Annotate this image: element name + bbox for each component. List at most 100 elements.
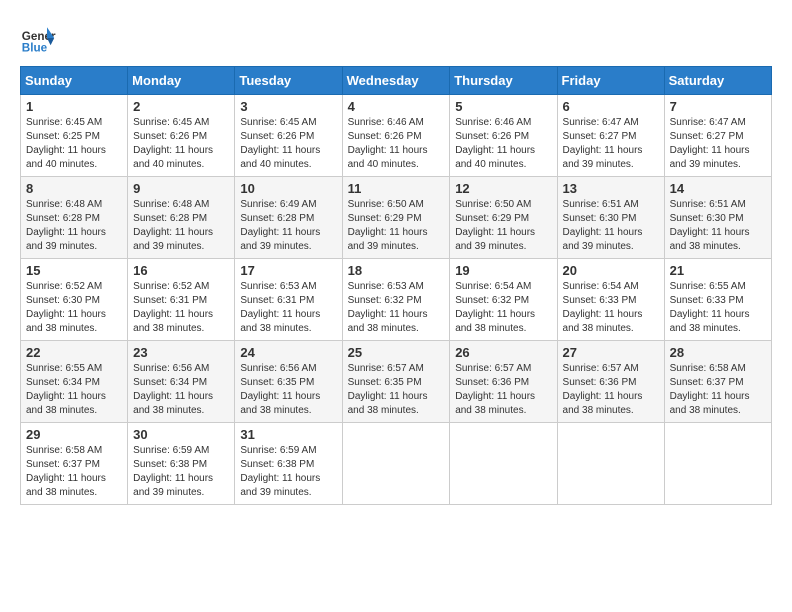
calendar-cell: 12 Sunrise: 6:50 AM Sunset: 6:29 PM Dayli… <box>450 177 557 259</box>
day-number: 3 <box>240 99 336 114</box>
calendar-header-sunday: Sunday <box>21 67 128 95</box>
calendar-cell: 10 Sunrise: 6:49 AM Sunset: 6:28 PM Dayli… <box>235 177 342 259</box>
day-number: 2 <box>133 99 229 114</box>
svg-text:Blue: Blue <box>22 42 48 55</box>
day-info: Sunrise: 6:52 AM Sunset: 6:31 PM Dayligh… <box>133 280 229 336</box>
calendar-header-friday: Friday <box>557 67 664 95</box>
day-info: Sunrise: 6:53 AM Sunset: 6:31 PM Dayligh… <box>240 280 336 336</box>
calendar-cell: 3 Sunrise: 6:45 AM Sunset: 6:26 PM Daylig… <box>235 95 342 177</box>
day-info: Sunrise: 6:46 AM Sunset: 6:26 PM Dayligh… <box>455 116 551 172</box>
day-info: Sunrise: 6:56 AM Sunset: 6:35 PM Dayligh… <box>240 362 336 418</box>
calendar-cell <box>342 423 450 505</box>
day-number: 9 <box>133 181 229 196</box>
calendar-cell: 21 Sunrise: 6:55 AM Sunset: 6:33 PM Dayli… <box>664 259 771 341</box>
day-number: 24 <box>240 345 336 360</box>
day-number: 27 <box>563 345 659 360</box>
calendar-cell: 6Sunrise: 6:47 AM Sunset: 6:27 PM Daylig… <box>557 95 664 177</box>
calendar-cell: 28Sunrise: 6:58 AM Sunset: 6:37 PM Dayli… <box>664 341 771 423</box>
day-info: Sunrise: 6:52 AM Sunset: 6:30 PM Dayligh… <box>26 280 122 336</box>
calendar-cell: 29 Sunrise: 6:58 AM Sunset: 6:37 PM Dayli… <box>21 423 128 505</box>
page-header: General Blue <box>20 20 772 56</box>
calendar-week-row: 8 Sunrise: 6:48 AM Sunset: 6:28 PM Daylig… <box>21 177 772 259</box>
calendar-cell: 5 Sunrise: 6:46 AM Sunset: 6:26 PM Daylig… <box>450 95 557 177</box>
day-number: 15 <box>26 263 122 278</box>
calendar-week-row: 1 Sunrise: 6:45 AM Sunset: 6:25 PM Daylig… <box>21 95 772 177</box>
calendar-cell: 23 Sunrise: 6:56 AM Sunset: 6:34 PM Dayli… <box>128 341 235 423</box>
calendar-cell: 1 Sunrise: 6:45 AM Sunset: 6:25 PM Daylig… <box>21 95 128 177</box>
day-number: 25 <box>348 345 445 360</box>
day-number: 19 <box>455 263 551 278</box>
logo-icon: General Blue <box>20 20 56 56</box>
calendar-header-row: SundayMondayTuesdayWednesdayThursdayFrid… <box>21 67 772 95</box>
calendar-header-thursday: Thursday <box>450 67 557 95</box>
calendar-cell: 9 Sunrise: 6:48 AM Sunset: 6:28 PM Daylig… <box>128 177 235 259</box>
day-number: 17 <box>240 263 336 278</box>
calendar-cell: 4 Sunrise: 6:46 AM Sunset: 6:26 PM Daylig… <box>342 95 450 177</box>
calendar-cell: 19Sunrise: 6:54 AM Sunset: 6:32 PM Dayli… <box>450 259 557 341</box>
calendar-header-monday: Monday <box>128 67 235 95</box>
day-number: 23 <box>133 345 229 360</box>
day-number: 20 <box>563 263 659 278</box>
day-number: 21 <box>670 263 766 278</box>
day-number: 28 <box>670 345 766 360</box>
day-number: 1 <box>26 99 122 114</box>
day-info: Sunrise: 6:51 AM Sunset: 6:30 PM Dayligh… <box>563 198 659 254</box>
calendar-cell: 20Sunrise: 6:54 AM Sunset: 6:33 PM Dayli… <box>557 259 664 341</box>
day-number: 31 <box>240 427 336 442</box>
day-number: 16 <box>133 263 229 278</box>
calendar-cell: 22Sunrise: 6:55 AM Sunset: 6:34 PM Dayli… <box>21 341 128 423</box>
day-info: Sunrise: 6:56 AM Sunset: 6:34 PM Dayligh… <box>133 362 229 418</box>
calendar-cell: 17 Sunrise: 6:53 AM Sunset: 6:31 PM Dayli… <box>235 259 342 341</box>
calendar-cell: 24 Sunrise: 6:56 AM Sunset: 6:35 PM Dayli… <box>235 341 342 423</box>
calendar-cell: 7 Sunrise: 6:47 AM Sunset: 6:27 PM Daylig… <box>664 95 771 177</box>
day-info: Sunrise: 6:47 AM Sunset: 6:27 PM Dayligh… <box>670 116 766 172</box>
calendar-cell <box>557 423 664 505</box>
day-number: 11 <box>348 181 445 196</box>
day-number: 4 <box>348 99 445 114</box>
calendar-cell <box>450 423 557 505</box>
calendar-cell: 15 Sunrise: 6:52 AM Sunset: 6:30 PM Dayli… <box>21 259 128 341</box>
day-number: 7 <box>670 99 766 114</box>
day-info: Sunrise: 6:50 AM Sunset: 6:29 PM Dayligh… <box>455 198 551 254</box>
day-info: Sunrise: 6:45 AM Sunset: 6:26 PM Dayligh… <box>240 116 336 172</box>
day-info: Sunrise: 6:59 AM Sunset: 6:38 PM Dayligh… <box>133 444 229 500</box>
day-info: Sunrise: 6:57 AM Sunset: 6:36 PM Dayligh… <box>563 362 659 418</box>
calendar-cell: 27 Sunrise: 6:57 AM Sunset: 6:36 PM Dayli… <box>557 341 664 423</box>
day-info: Sunrise: 6:51 AM Sunset: 6:30 PM Dayligh… <box>670 198 766 254</box>
day-info: Sunrise: 6:48 AM Sunset: 6:28 PM Dayligh… <box>133 198 229 254</box>
calendar-cell: 13 Sunrise: 6:51 AM Sunset: 6:30 PM Dayli… <box>557 177 664 259</box>
calendar-week-row: 29 Sunrise: 6:58 AM Sunset: 6:37 PM Dayli… <box>21 423 772 505</box>
day-number: 30 <box>133 427 229 442</box>
day-number: 18 <box>348 263 445 278</box>
logo: General Blue <box>20 20 60 56</box>
calendar-cell: 25Sunrise: 6:57 AM Sunset: 6:35 PM Dayli… <box>342 341 450 423</box>
calendar-cell: 26Sunrise: 6:57 AM Sunset: 6:36 PM Dayli… <box>450 341 557 423</box>
calendar-cell: 30 Sunrise: 6:59 AM Sunset: 6:38 PM Dayli… <box>128 423 235 505</box>
day-info: Sunrise: 6:55 AM Sunset: 6:33 PM Dayligh… <box>670 280 766 336</box>
day-info: Sunrise: 6:46 AM Sunset: 6:26 PM Dayligh… <box>348 116 445 172</box>
calendar-cell <box>664 423 771 505</box>
day-info: Sunrise: 6:48 AM Sunset: 6:28 PM Dayligh… <box>26 198 122 254</box>
day-number: 8 <box>26 181 122 196</box>
day-info: Sunrise: 6:58 AM Sunset: 6:37 PM Dayligh… <box>26 444 122 500</box>
calendar-week-row: 22Sunrise: 6:55 AM Sunset: 6:34 PM Dayli… <box>21 341 772 423</box>
day-number: 29 <box>26 427 122 442</box>
calendar-cell: 16 Sunrise: 6:52 AM Sunset: 6:31 PM Dayli… <box>128 259 235 341</box>
day-number: 14 <box>670 181 766 196</box>
day-number: 10 <box>240 181 336 196</box>
day-info: Sunrise: 6:59 AM Sunset: 6:38 PM Dayligh… <box>240 444 336 500</box>
calendar-cell: 31 Sunrise: 6:59 AM Sunset: 6:38 PM Dayli… <box>235 423 342 505</box>
calendar-week-row: 15 Sunrise: 6:52 AM Sunset: 6:30 PM Dayli… <box>21 259 772 341</box>
day-info: Sunrise: 6:49 AM Sunset: 6:28 PM Dayligh… <box>240 198 336 254</box>
day-number: 22 <box>26 345 122 360</box>
day-number: 6 <box>563 99 659 114</box>
day-number: 13 <box>563 181 659 196</box>
calendar-cell: 8 Sunrise: 6:48 AM Sunset: 6:28 PM Daylig… <box>21 177 128 259</box>
day-number: 12 <box>455 181 551 196</box>
day-info: Sunrise: 6:50 AM Sunset: 6:29 PM Dayligh… <box>348 198 445 254</box>
day-number: 5 <box>455 99 551 114</box>
day-number: 26 <box>455 345 551 360</box>
calendar-header-saturday: Saturday <box>664 67 771 95</box>
calendar-header-wednesday: Wednesday <box>342 67 450 95</box>
day-info: Sunrise: 6:45 AM Sunset: 6:25 PM Dayligh… <box>26 116 122 172</box>
